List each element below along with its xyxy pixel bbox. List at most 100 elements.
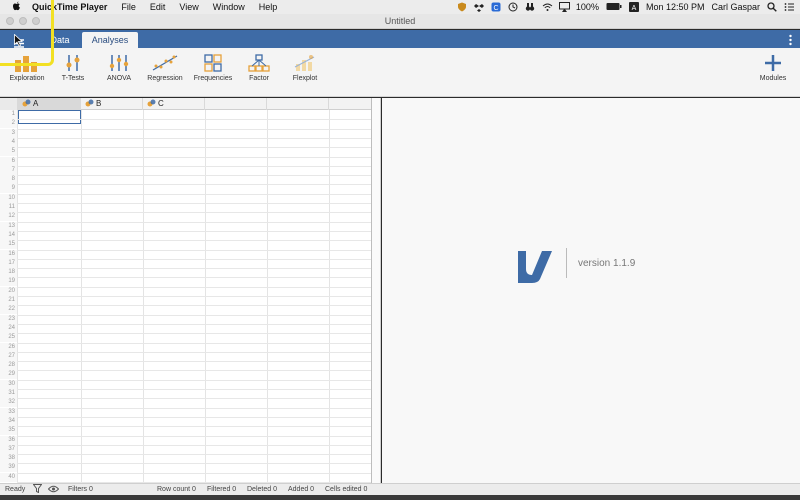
spotlight-icon[interactable] (767, 2, 777, 12)
battery-icon[interactable] (606, 2, 622, 12)
grid-line (17, 389, 371, 390)
row-number: 15 (0, 240, 17, 250)
grid-line (17, 184, 371, 186)
data-spreadsheet[interactable]: A B C 1 2 3 4 5 6 7 8 9 10 11 12 13 14 15 16 17 18 19 20 21 2… (0, 98, 372, 483)
input-source-icon[interactable]: A (628, 2, 639, 12)
desktop-strip (0, 495, 800, 500)
battery-percent: 100% (575, 2, 599, 12)
factor-button[interactable]: Factor (236, 54, 282, 82)
grid-line (17, 305, 371, 307)
row-number: 37 (0, 444, 17, 454)
notification-center-icon[interactable] (784, 2, 794, 12)
grid-line (17, 454, 371, 456)
menu-edit[interactable]: Edit (150, 2, 166, 12)
menu-help[interactable]: Help (259, 2, 278, 12)
factor-icon (248, 54, 270, 72)
status-cells-edited: Cells edited 0 (325, 486, 368, 493)
cell-grid[interactable]: 1 2 3 4 5 6 7 8 9 10 11 12 13 14 15 16 17 18 19 20 21 22 23 24 2… (0, 110, 371, 483)
grid-line (17, 249, 371, 251)
row-number: 29 (0, 370, 17, 380)
ttests-button[interactable]: T-Tests (50, 54, 96, 82)
user-name[interactable]: Carl Gaspar (711, 2, 760, 12)
row-number: 39 (0, 463, 17, 473)
menu-file[interactable]: File (121, 2, 136, 12)
row-number: 27 (0, 351, 17, 361)
results-pane[interactable]: version 1.1.9 (382, 98, 800, 483)
row-number: 7 (0, 165, 17, 175)
column-header-c[interactable]: C (143, 98, 205, 110)
wifi-icon[interactable] (542, 2, 553, 12)
timemachine-icon[interactable] (508, 2, 518, 12)
tab-analyses[interactable]: Analyses (82, 32, 138, 48)
filter-icon[interactable] (32, 484, 43, 495)
grid-line (17, 463, 371, 465)
flexplot-button[interactable]: Flexplot (282, 54, 328, 82)
menu-window[interactable]: Window (213, 2, 245, 12)
window-titlebar[interactable]: Untitled (0, 14, 800, 29)
clock[interactable]: Mon 12:50 PM (646, 2, 705, 12)
row-number: 17 (0, 258, 17, 268)
column-header-a[interactable]: A (18, 98, 81, 110)
column-header-empty (205, 98, 267, 110)
tab-bar: Data Analyses (0, 30, 800, 48)
app-c-icon[interactable]: C (491, 2, 501, 12)
row-number: 25 (0, 333, 17, 343)
row-number: 23 (0, 314, 17, 324)
binoculars-icon[interactable] (525, 2, 535, 12)
column-a-name: A (33, 99, 39, 108)
grid-line (17, 314, 371, 316)
screen: QuickTime Player File Edit View Window H… (0, 0, 800, 500)
selected-cell[interactable] (18, 110, 81, 124)
grid-line (17, 258, 371, 260)
nominal-icon (85, 99, 94, 107)
airplay-icon[interactable] (558, 2, 570, 12)
grid-line (17, 370, 371, 372)
grid-line (17, 240, 371, 242)
status-added: Added 0 (288, 486, 315, 493)
grid-line (17, 342, 371, 344)
row-number: 38 (0, 454, 17, 464)
row-number: 12 (0, 212, 17, 222)
grid-line (17, 407, 371, 409)
row-number: 14 (0, 230, 17, 240)
vertical-scrollbar[interactable] (372, 98, 381, 483)
eye-icon[interactable] (47, 485, 60, 495)
status-ready: Ready (5, 486, 26, 493)
modules-button[interactable]: Modules (750, 54, 796, 82)
flexplot-label: Flexplot (292, 75, 318, 82)
grid-line (17, 333, 371, 335)
row-number: 18 (0, 268, 17, 278)
more-options-icon[interactable] (789, 33, 792, 46)
grid-line (17, 128, 371, 130)
grid-line (17, 379, 371, 381)
anova-label: ANOVA (107, 75, 131, 82)
status-deleted: Deleted 0 (247, 486, 277, 493)
row-number: 32 (0, 398, 17, 408)
column-header-b[interactable]: B (81, 98, 143, 110)
grid-line (17, 444, 371, 446)
row-number: 11 (0, 203, 17, 212)
row-number: 2 (0, 119, 17, 129)
shield-icon[interactable] (457, 2, 467, 12)
row-number: 8 (0, 175, 17, 185)
modules-label: Modules (759, 75, 787, 82)
highlight-box (0, 0, 54, 66)
grid-line (17, 277, 371, 279)
grid-line (17, 323, 371, 325)
row-number: 33 (0, 407, 17, 417)
row-number: 20 (0, 286, 17, 296)
row-number: 4 (0, 137, 17, 147)
row-number: 35 (0, 426, 17, 436)
regression-button[interactable]: Regression (142, 54, 188, 82)
dropbox-icon[interactable] (473, 2, 484, 12)
row-number: 24 (0, 323, 17, 333)
factor-label: Factor (249, 75, 269, 82)
frequencies-button[interactable]: Frequencies (190, 54, 236, 82)
anova-icon (109, 55, 129, 71)
menu-view[interactable]: View (179, 2, 198, 12)
version-label: version 1.1.9 (578, 258, 636, 269)
analysis-ribbon: Exploration T-Tests ANOVA Regression Fre… (0, 48, 800, 97)
anova-button[interactable]: ANOVA (96, 54, 142, 82)
grid-line (17, 221, 371, 223)
grid-line (17, 398, 371, 400)
